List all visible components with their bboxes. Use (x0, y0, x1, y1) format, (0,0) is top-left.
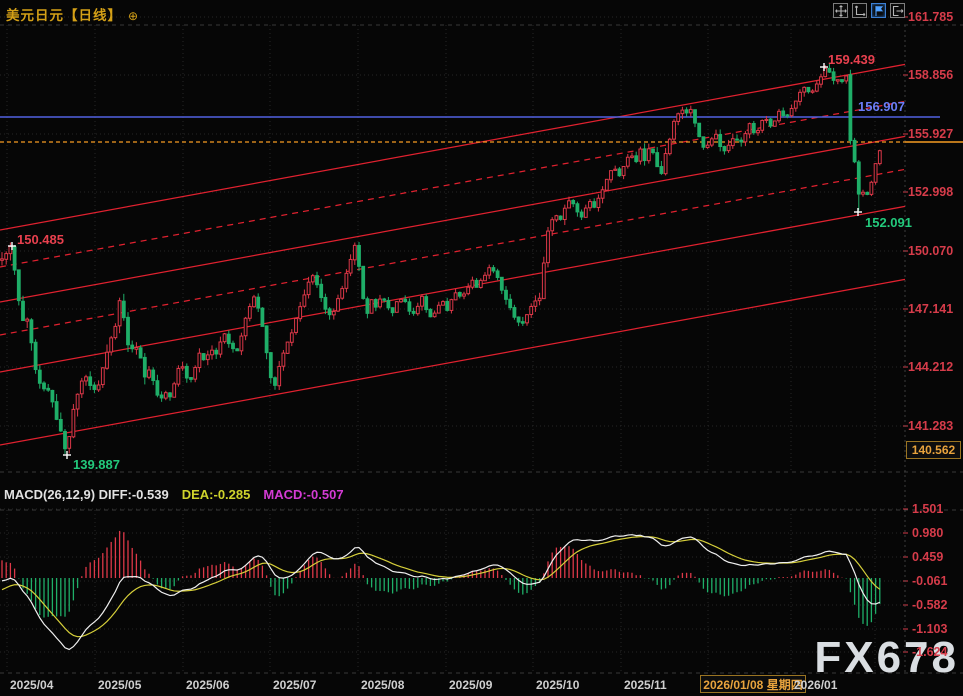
pullback-low-label: 152.091 (865, 215, 912, 230)
price-tick: 161.785 (908, 10, 953, 24)
blue-level-label: 156.907 (858, 99, 905, 114)
time-label: 2026/01 (794, 678, 837, 692)
time-label: 2025/04 (10, 678, 53, 692)
pane-exit-icon[interactable] (890, 3, 905, 18)
macd-value: MACD:-0.507 (263, 487, 343, 502)
time-label: 2025/11 (624, 678, 667, 692)
macd-tick: 0.980 (912, 526, 943, 540)
price-tick: 155.927 (908, 127, 953, 141)
macd-tick: -1.103 (912, 622, 947, 636)
macd-dea-value: DEA:-0.285 (182, 487, 251, 502)
macd-tick: -0.061 (912, 574, 947, 588)
chart-plot-area[interactable] (0, 0, 963, 696)
macd-header: MACD(26,12,9) DIFF:-0.539 DEA:-0.285 MAC… (4, 487, 344, 502)
macd-tick: 0.459 (912, 550, 943, 564)
price-tick: 150.070 (908, 244, 953, 258)
cursor-date-box: 2026/01/08 星期四 (700, 675, 806, 693)
time-label: 2025/05 (98, 678, 141, 692)
macd-tick: 1.501 (912, 502, 943, 516)
april-high-label: 150.485 (17, 232, 64, 247)
price-tick: 144.212 (908, 360, 953, 374)
price-tick: 158.856 (908, 68, 953, 82)
price-tick: 147.141 (908, 302, 953, 316)
time-label: 2025/09 (449, 678, 492, 692)
period-low-label: 139.887 (73, 457, 120, 472)
price-tick: 152.998 (908, 185, 953, 199)
time-label: 2025/06 (186, 678, 229, 692)
macd-formula-diff: MACD(26,12,9) DIFF:-0.539 (4, 487, 169, 502)
macd-tick: -0.582 (912, 598, 947, 612)
pan-icon[interactable] (833, 3, 848, 18)
trading-chart-window: 美元日元【日线】 ⊕ 140.562 2026/01/08 星期四 (0, 0, 963, 696)
cursor-price-box: 140.562 (906, 441, 961, 459)
macd-tick: -1.624 (912, 645, 947, 659)
axis-scale-icon[interactable] (852, 3, 867, 18)
time-label: 2025/10 (536, 678, 579, 692)
time-label: 2025/07 (273, 678, 316, 692)
chart-toolbar (833, 3, 905, 18)
period-high-label: 159.439 (828, 52, 875, 67)
symbol-title: 美元日元【日线】 ⊕ (6, 4, 139, 24)
price-tick: 141.283 (908, 419, 953, 433)
symbol-title-text: 美元日元【日线】 (6, 8, 122, 23)
time-label: 2025/08 (361, 678, 404, 692)
add-indicator-icon[interactable]: ⊕ (128, 9, 139, 23)
flag-marker-icon[interactable] (871, 3, 886, 18)
